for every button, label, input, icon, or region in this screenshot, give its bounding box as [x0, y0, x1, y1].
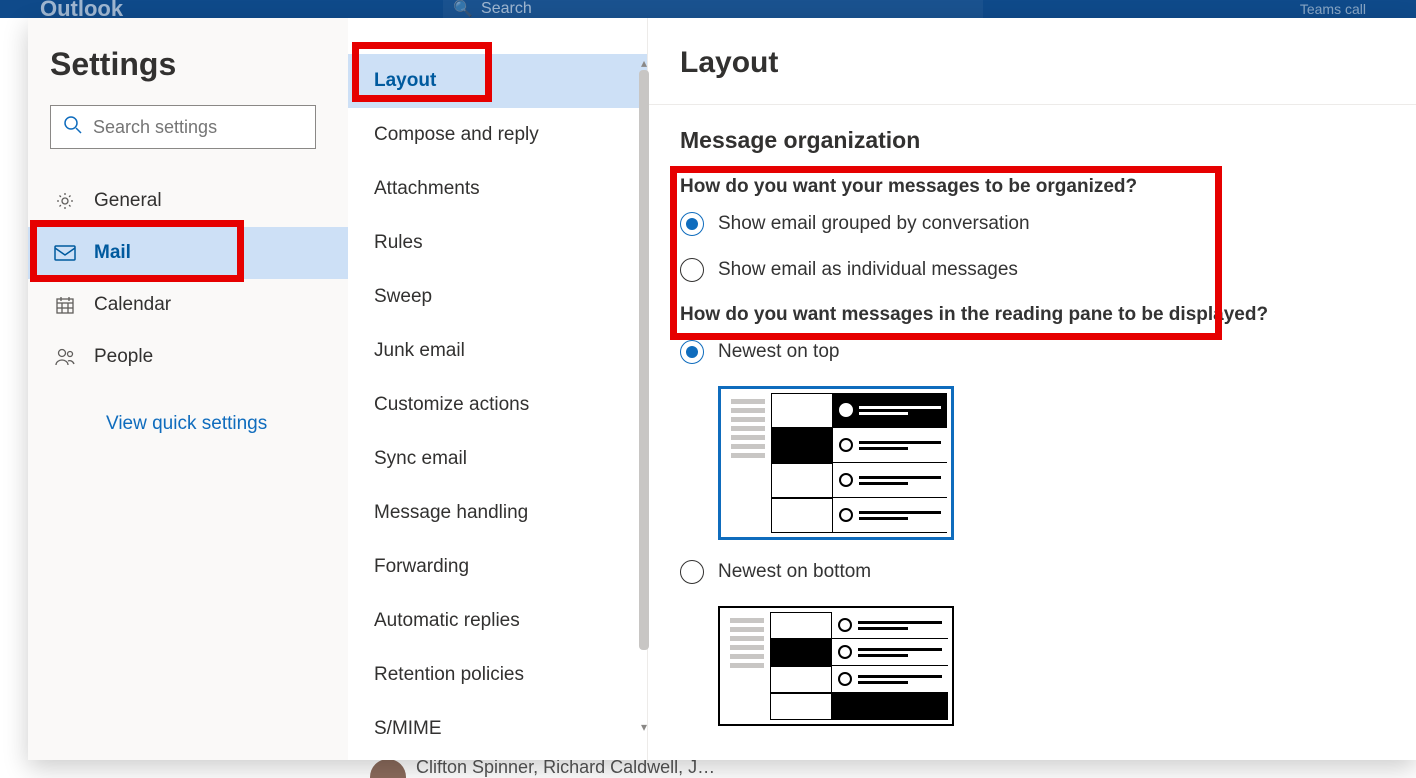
search-icon: 🔍: [453, 0, 473, 18]
preview-newest-on-bottom[interactable]: [718, 606, 954, 726]
subnav-smime[interactable]: S/MIME: [348, 702, 647, 756]
calendar-icon: [54, 295, 76, 315]
mail-icon: [54, 244, 76, 262]
subnav-compose-and-reply[interactable]: Compose and reply: [348, 108, 647, 162]
subnav-rules[interactable]: Rules: [348, 216, 647, 270]
subnav-layout[interactable]: Layout: [348, 54, 647, 108]
radio-icon: [680, 340, 704, 364]
settings-search-input[interactable]: [93, 117, 325, 138]
divider: [648, 104, 1416, 105]
subnav-junk-email[interactable]: Junk email: [348, 324, 647, 378]
app-brand: Outlook: [40, 0, 123, 18]
nav-item-calendar[interactable]: Calendar: [50, 279, 326, 331]
view-quick-settings-link[interactable]: View quick settings: [106, 413, 326, 435]
nav-item-general[interactable]: General: [50, 175, 326, 227]
preview-newest-on-top[interactable]: [718, 386, 954, 540]
subnav-forwarding[interactable]: Forwarding: [348, 540, 647, 594]
question-reading-pane-order: How do you want messages in the reading …: [680, 304, 1384, 326]
question-organization: How do you want your messages to be orga…: [680, 176, 1384, 198]
subnav-sync-email[interactable]: Sync email: [348, 432, 647, 486]
settings-content: Layout Message organization How do you w…: [648, 18, 1416, 760]
global-search[interactable]: 🔍 Search: [443, 0, 983, 18]
nav-item-label: People: [94, 346, 153, 368]
settings-search[interactable]: [50, 105, 316, 149]
subnav-scrollbar[interactable]: [639, 70, 649, 650]
avatar: [370, 759, 406, 778]
subnav-sweep[interactable]: Sweep: [348, 270, 647, 324]
nav-item-mail[interactable]: Mail: [28, 227, 348, 279]
settings-title: Settings: [50, 46, 326, 83]
people-icon: [54, 347, 76, 367]
radio-label: Newest on top: [718, 341, 839, 363]
nav-item-label: Mail: [94, 242, 131, 264]
settings-category-nav: General Mail Calendar: [50, 175, 326, 383]
nav-item-label: Calendar: [94, 294, 171, 316]
settings-subnav: Layout Compose and reply Attachments Rul…: [348, 18, 648, 760]
settings-panel: Settings General Mail: [28, 18, 1416, 760]
radio-icon: [680, 258, 704, 282]
scroll-up-caret[interactable]: ▴: [639, 56, 649, 66]
radio-newest-on-top[interactable]: Newest on top: [680, 340, 1384, 364]
global-search-placeholder: Search: [481, 0, 532, 18]
nav-item-label: General: [94, 190, 162, 212]
radio-individual-messages[interactable]: Show email as individual messages: [680, 258, 1384, 282]
subnav-customize-actions[interactable]: Customize actions: [348, 378, 647, 432]
subnav-automatic-replies[interactable]: Automatic replies: [348, 594, 647, 648]
teams-call-label[interactable]: Teams call: [1300, 1, 1366, 17]
radio-label: Show email grouped by conversation: [718, 213, 1030, 235]
nav-item-people[interactable]: People: [50, 331, 326, 383]
radio-icon: [680, 212, 704, 236]
radio-icon: [680, 560, 704, 584]
settings-left-column: Settings General Mail: [28, 18, 348, 760]
gear-icon: [54, 191, 76, 211]
subnav-attachments[interactable]: Attachments: [348, 162, 647, 216]
radio-grouped-by-conversation[interactable]: Show email grouped by conversation: [680, 212, 1384, 236]
radio-label: Newest on bottom: [718, 561, 871, 583]
scroll-down-caret[interactable]: ▾: [639, 720, 649, 730]
app-topbar: Outlook 🔍 Search Teams call: [0, 0, 1416, 18]
subnav-message-handling[interactable]: Message handling: [348, 486, 647, 540]
search-icon: [63, 115, 83, 140]
radio-newest-on-bottom[interactable]: Newest on bottom: [680, 560, 1384, 584]
section-message-organization: Message organization: [680, 127, 1384, 154]
subnav-retention-policies[interactable]: Retention policies: [348, 648, 647, 702]
radio-label: Show email as individual messages: [718, 259, 1018, 281]
content-title: Layout: [680, 46, 1384, 80]
